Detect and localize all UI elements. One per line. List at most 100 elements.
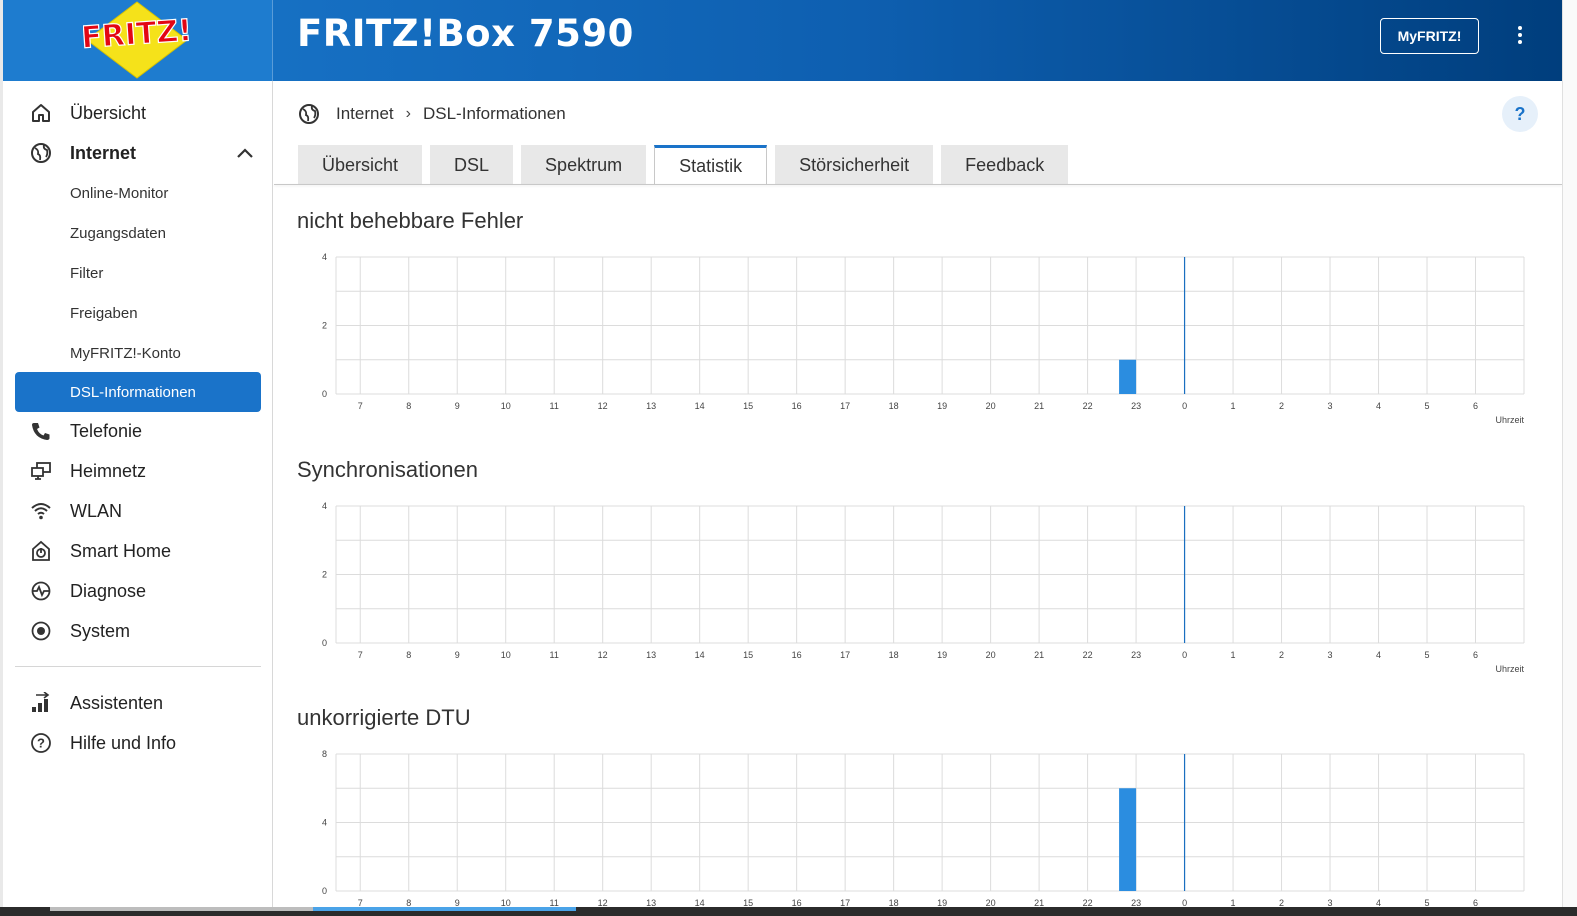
more-vertical-icon[interactable] (1508, 20, 1532, 50)
breadcrumb-current: DSL-Informationen (422, 104, 566, 123)
sidebar-item-label: Smart Home (70, 540, 172, 561)
x-tick-label: 20 (986, 401, 996, 411)
sidebar-subitem-myfritz-konto[interactable]: MyFRITZ!-Konto (15, 333, 261, 373)
x-tick-label: 4 (1376, 650, 1381, 660)
sidebar-item-label: Assistenten (70, 692, 164, 713)
x-tick-label: 12 (598, 401, 608, 411)
x-tick-label: 16 (792, 401, 802, 411)
tab-uebersicht[interactable]: Übersicht (298, 145, 423, 185)
x-tick-label: 20 (986, 650, 996, 660)
chart-title-unkorrigierte-dtu: unkorrigierte DTU (297, 705, 471, 730)
app-title: FRITZ!Box 7590 (297, 12, 634, 55)
x-axis-label: Uhrzeit (1495, 415, 1524, 425)
breadcrumb: Internet › DSL-Informationen (298, 101, 566, 127)
svg-text:?: ? (37, 736, 45, 751)
sidebar-item-heimnetz[interactable]: Heimnetz (15, 451, 261, 491)
x-tick-label: 7 (358, 650, 363, 660)
sidebar-subitem-filter[interactable]: Filter (15, 253, 261, 293)
help-button[interactable]: ? (1502, 96, 1538, 132)
x-tick-label: 17 (840, 401, 850, 411)
x-tick-label: 4 (1376, 401, 1381, 411)
x-tick-label: 13 (646, 401, 656, 411)
x-tick-label: 21 (1034, 401, 1044, 411)
sidebar-item-label: Hilfe und Info (70, 732, 177, 753)
y-tick-label: 0 (322, 638, 327, 648)
sidebar-subitem-zugangsdaten[interactable]: Zugangsdaten (15, 213, 261, 253)
y-tick-label: 2 (322, 321, 327, 331)
x-tick-label: 16 (792, 650, 802, 660)
sidebar-divider (15, 666, 261, 667)
smart-home-icon (29, 540, 53, 562)
x-tick-label: 22 (1083, 650, 1093, 660)
sidebar-item-assistenten[interactable]: Assistenten (15, 683, 261, 723)
sidebar-item-diagnose[interactable]: Diagnose (15, 571, 261, 611)
data-bar (1119, 788, 1137, 891)
y-tick-label: 2 (322, 570, 327, 580)
x-tick-label: 2 (1279, 401, 1284, 411)
chart-synchronisationen: 7 8 9 10 11 12 13 14 15 16 17 18 19 20 21 22 23 0 1 2 3 4 5 6 0 2… (298, 498, 1538, 678)
x-tick-label: 23 (1131, 650, 1141, 660)
x-tick-label: 15 (743, 401, 753, 411)
sidebar-item-telefonie[interactable]: Telefonie (15, 411, 261, 451)
tab-dsl[interactable]: DSL (430, 145, 514, 185)
chart-title-synchronisationen: Synchronisationen (297, 457, 479, 482)
sidebar-item-wlan[interactable]: WLAN (15, 491, 261, 531)
x-tick-label: 11 (550, 401, 559, 411)
fritz-logo: FRITZ! (83, 1, 191, 79)
sidebar-subitem-label: Online-Monitor (70, 184, 169, 202)
x-tick-label: 8 (406, 401, 411, 411)
sidebar-item-internet[interactable]: Internet (15, 133, 261, 173)
sidebar-subitem-label: DSL-Informationen (70, 383, 196, 401)
network-icon (29, 460, 53, 482)
x-axis-label: Uhrzeit (1495, 664, 1524, 674)
x-tick-label: 1 (1231, 401, 1236, 411)
sidebar-subitem-label: Filter (70, 264, 104, 282)
x-tick-label: 22 (1083, 401, 1093, 411)
x-tick-label: 9 (455, 650, 460, 660)
x-tick-label: 5 (1425, 401, 1430, 411)
sidebar-item-hilfe-und-info[interactable]: ? Hilfe und Info (15, 723, 261, 763)
assistant-icon (29, 692, 53, 714)
chevron-up-icon[interactable] (235, 143, 255, 163)
sidebar-item-label: System (70, 620, 131, 641)
diagnose-icon (29, 580, 53, 602)
system-icon (29, 620, 53, 642)
y-tick-label: 0 (322, 389, 327, 399)
tab-stoersicherheit[interactable]: Störsicherheit (775, 145, 934, 185)
sidebar-item-system[interactable]: System (15, 611, 261, 651)
x-tick-label: 21 (1034, 650, 1044, 660)
x-tick-label: 19 (937, 650, 947, 660)
x-tick-label: 15 (743, 650, 753, 660)
x-tick-label: 10 (501, 650, 511, 660)
sidebar-item-label: Diagnose (70, 580, 147, 601)
sidebar-subitem-dsl-informationen[interactable]: DSL-Informationen (15, 372, 261, 412)
breadcrumb-parent[interactable]: Internet (336, 104, 394, 124)
tab-spektrum[interactable]: Spektrum (521, 145, 647, 185)
tab-bar: Übersicht DSL Spektrum Statistik Störsic… (298, 145, 1076, 185)
sidebar: Übersicht Internet Online-Monitor Zugang… (3, 81, 273, 911)
myfritz-button[interactable]: MyFRITZ! (1380, 18, 1479, 54)
x-tick-label: 3 (1328, 401, 1333, 411)
sidebar-subitem-online-monitor[interactable]: Online-Monitor (15, 173, 261, 213)
phone-icon (29, 420, 53, 442)
sidebar-subitem-label: Zugangsdaten (70, 224, 166, 242)
x-tick-label: 13 (646, 650, 656, 660)
x-tick-label: 6 (1473, 650, 1478, 660)
chart-nicht-behebbare-fehler: 7 8 9 10 11 12 13 14 15 16 17 18 19 20 21 22 23 0 1 2 3 4 5 6 0 2… (298, 249, 1538, 429)
y-tick-label: 8 (322, 749, 327, 759)
x-tick-label: 1 (1231, 650, 1236, 660)
sidebar-item-uebersicht[interactable]: Übersicht (15, 93, 261, 133)
chart-unkorrigierte-dtu: 7 8 9 10 11 12 13 14 15 16 17 18 19 20 21 22 23 0 1 2 3 4 5 6 0 4… (298, 746, 1538, 916)
main-content: Internet › DSL-Informationen ? Übersicht… (274, 81, 1562, 911)
x-tick-label: 9 (455, 401, 460, 411)
help-circle-icon: ? (29, 732, 53, 754)
logo-area[interactable]: FRITZ! (3, 0, 273, 81)
sidebar-subitem-freigaben[interactable]: Freigaben (15, 293, 261, 333)
x-tick-label: 12 (598, 650, 608, 660)
tab-statistik[interactable]: Statistik (654, 145, 768, 185)
x-tick-label: 17 (840, 650, 850, 660)
sidebar-item-smart-home[interactable]: Smart Home (15, 531, 261, 571)
tab-feedback[interactable]: Feedback (941, 145, 1069, 185)
x-tick-label: 2 (1279, 650, 1284, 660)
x-tick-label: 19 (937, 401, 947, 411)
